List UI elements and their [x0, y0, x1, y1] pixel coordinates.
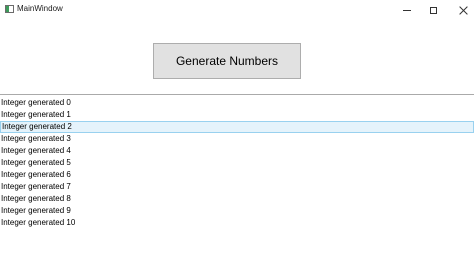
app-window-icon [5, 5, 14, 13]
numbers-list[interactable]: Integer generated 0 Integer generated 1 … [0, 94, 474, 268]
list-item[interactable]: Integer generated 10 [0, 217, 474, 229]
window-title: MainWindow [17, 4, 63, 13]
title-bar[interactable]: MainWindow [0, 0, 474, 20]
list-item[interactable]: Integer generated 6 [0, 169, 474, 181]
main-window: MainWindow Generate Numbers Integer gene… [0, 0, 474, 268]
list-item[interactable]: Integer generated 5 [0, 157, 474, 169]
maximize-icon [429, 6, 437, 14]
list-item[interactable]: Integer generated 3 [0, 133, 474, 145]
list-item[interactable]: Integer generated 1 [0, 109, 474, 121]
list-item[interactable]: Integer generated 9 [0, 205, 474, 217]
list-item[interactable]: Integer generated 4 [0, 145, 474, 157]
list-item[interactable]: Integer generated 8 [0, 193, 474, 205]
generate-numbers-button[interactable]: Generate Numbers [153, 43, 301, 79]
maximize-button[interactable] [418, 0, 448, 20]
close-icon [459, 6, 468, 15]
list-item-selected[interactable]: Integer generated 2 [0, 121, 474, 133]
close-button[interactable] [448, 0, 474, 20]
minimize-icon [403, 10, 411, 11]
list-item[interactable]: Integer generated 0 [0, 97, 474, 109]
list-item[interactable]: Integer generated 7 [0, 181, 474, 193]
